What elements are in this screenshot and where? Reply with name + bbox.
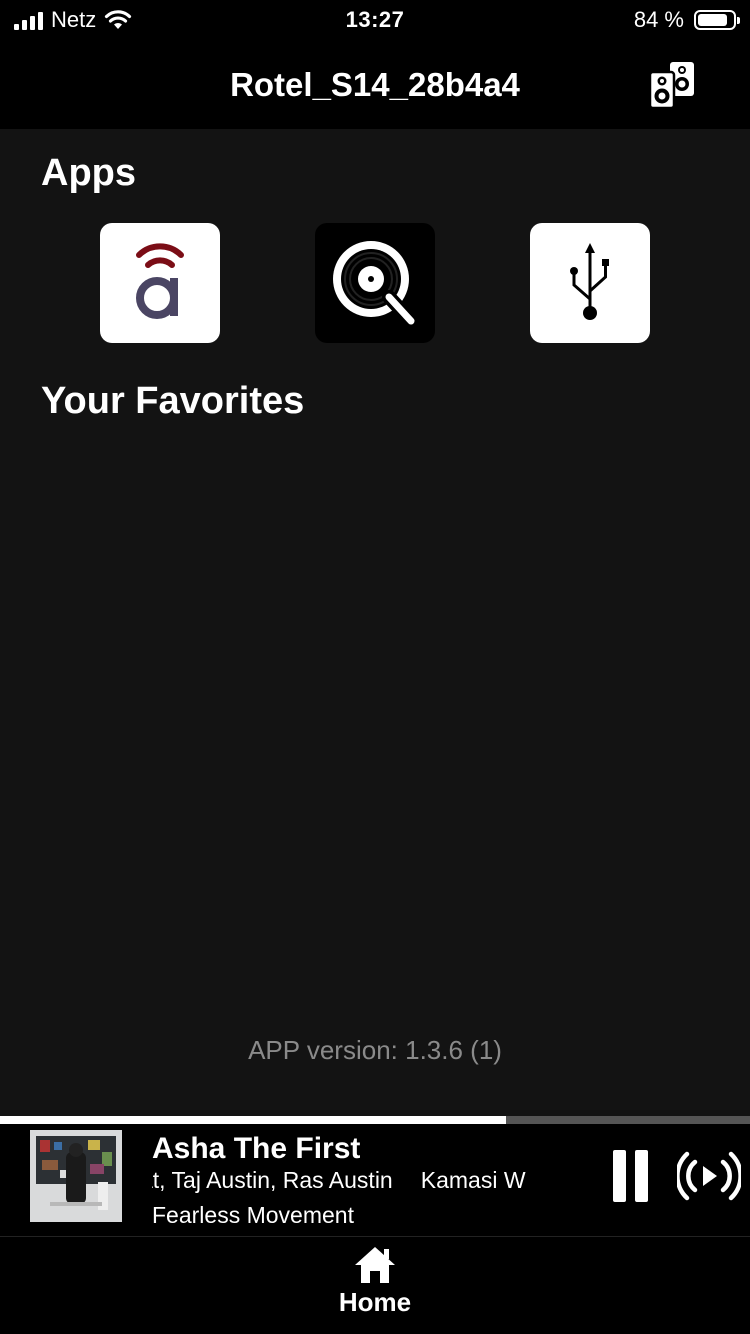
qobuz-icon [333, 241, 418, 328]
app-qobuz[interactable] [315, 223, 435, 343]
cast-button[interactable] [675, 1148, 743, 1204]
tab-home-label: Home [338, 1287, 412, 1317]
home-icon [355, 1247, 395, 1283]
tab-bar: Home [0, 1237, 750, 1334]
battery-icon [694, 10, 740, 30]
favorites-heading: Your Favorites [41, 380, 305, 422]
speakers-button[interactable] [648, 60, 698, 110]
usb-icon [570, 243, 609, 320]
speakers-icon [648, 62, 694, 110]
album-art-image [30, 1130, 122, 1222]
now-playing-bar[interactable]: Asha The First at, Taj Austin, Ras Austi… [0, 1124, 750, 1236]
battery-fill [698, 14, 727, 26]
track-artists-tail: Kamasi W [420, 1167, 526, 1193]
airable-icon [136, 243, 184, 319]
album-cover[interactable] [30, 1130, 122, 1222]
cast-icon [675, 1151, 743, 1201]
status-bar: Netz 13:27 84 % [0, 0, 750, 44]
app-usb[interactable] [530, 223, 650, 343]
track-album: Fearless Movement [152, 1202, 354, 1228]
track-title: Asha The First [152, 1132, 361, 1165]
app-airable[interactable] [100, 223, 220, 343]
playback-progress-bar[interactable] [0, 1116, 750, 1124]
pause-button[interactable] [610, 1150, 650, 1202]
track-artists-lead: at, Taj Austin, Ras Austin [152, 1167, 393, 1193]
tab-home[interactable]: Home [300, 1245, 450, 1330]
status-right: 84 % [633, 7, 740, 33]
nav-bar: Rotel_S14_28b4a4 [0, 44, 750, 129]
track-artists-marquee: at, Taj Austin, Ras Austin Kamasi W [152, 1167, 572, 1194]
app-version: APP version: 1.3.6 (1) [248, 1035, 502, 1065]
device-title: Rotel_S14_28b4a4 [230, 66, 520, 103]
battery-percentage: 84 % [633, 7, 684, 32]
playback-progress-fill [0, 1116, 507, 1124]
apps-heading: Apps [41, 152, 136, 194]
